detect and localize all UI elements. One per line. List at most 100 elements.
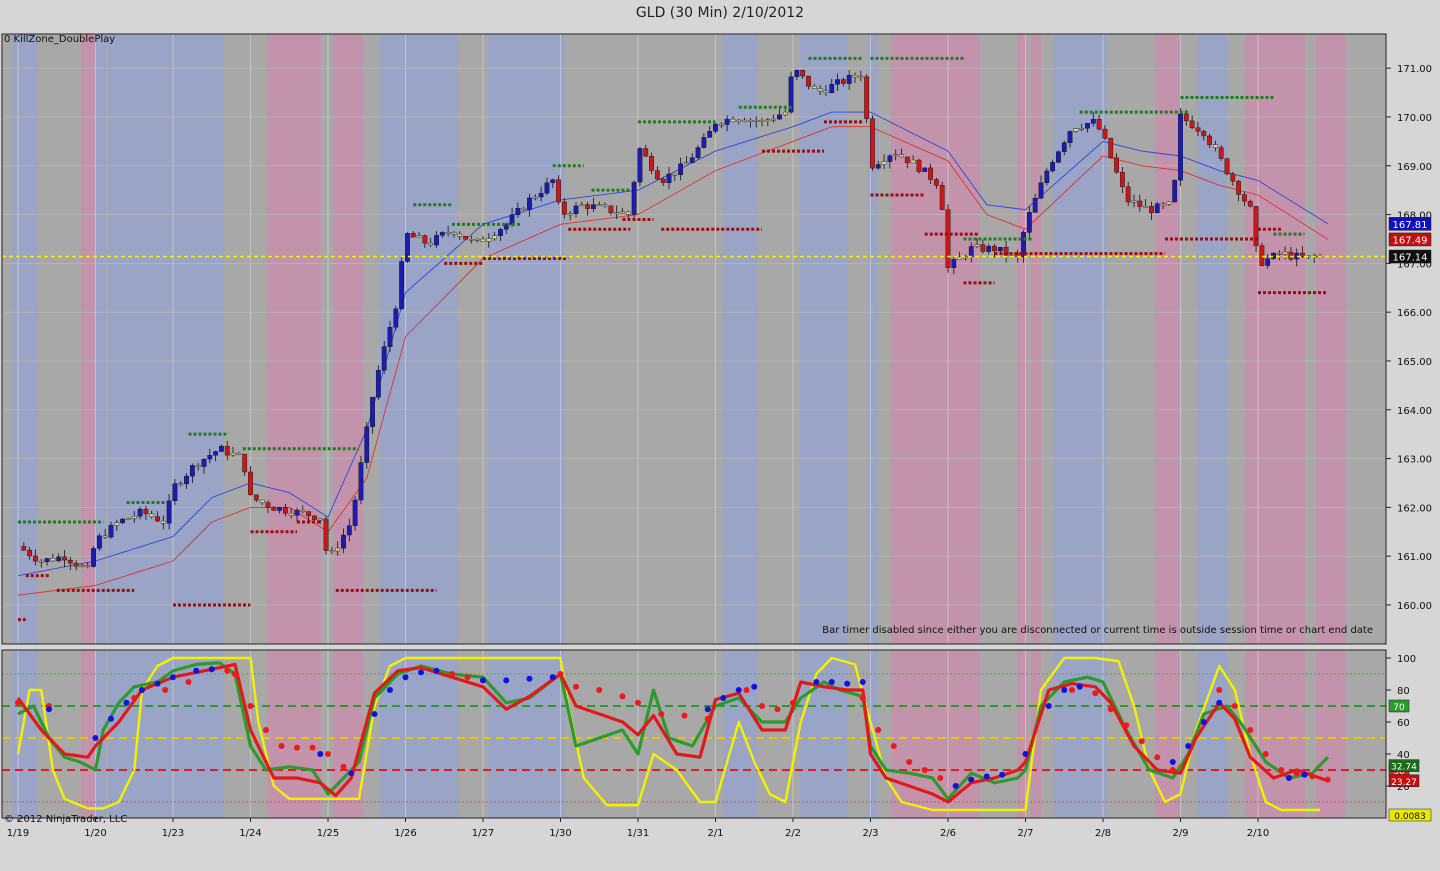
oscillator-dots_red-point <box>1107 706 1114 713</box>
session-zone-price <box>95 34 106 644</box>
oscillator-dots_blue-point <box>92 735 99 741</box>
candle-body <box>922 167 928 172</box>
candle-body <box>817 88 823 92</box>
oscillator-dots_red-point <box>573 683 579 690</box>
session-zone-price <box>1155 34 1180 644</box>
x-tick-label: 1/25 <box>317 828 339 839</box>
oscillator-dots_blue-point <box>503 677 510 684</box>
candle-body <box>585 204 591 209</box>
candle-body <box>457 233 463 237</box>
candle-body <box>166 500 172 524</box>
oscillator-dots_blue-point <box>433 667 440 674</box>
candle-body <box>91 548 96 567</box>
candle-body <box>939 185 945 210</box>
oscillator-dots_blue-point <box>208 666 215 673</box>
candle-body <box>428 242 434 246</box>
candle-body <box>602 204 608 207</box>
oscillator-value-label: 32.74 <box>1388 759 1420 773</box>
oscillator-value-text: 0.0083 <box>1394 812 1426 822</box>
oscillator-dots_red-point <box>890 743 897 749</box>
candle-body <box>50 558 56 562</box>
candle-body <box>864 76 870 119</box>
candle-body <box>445 232 451 234</box>
oscillator-dots_blue-point <box>154 680 161 687</box>
candle-body <box>1061 142 1067 152</box>
oscillator-value-label: 0.0083 <box>1388 808 1432 822</box>
oscillator-dots_red-point <box>309 744 316 751</box>
x-tick-label: 2/9 <box>1172 828 1188 839</box>
reference-label: 70 <box>1388 699 1410 713</box>
oscillator-dots_red-point <box>1324 776 1331 783</box>
session-zone-oscillator <box>1316 650 1346 818</box>
candle-body <box>1073 128 1079 132</box>
session-zone-price <box>12 34 38 644</box>
session-zone-oscillator <box>12 650 38 818</box>
candle-body <box>532 196 538 199</box>
oscillator-dots_blue-point <box>193 667 200 674</box>
candle-body <box>1096 119 1102 130</box>
price-label-text: 167.14 <box>1393 253 1428 264</box>
candle-body <box>323 518 329 551</box>
candle-body <box>881 161 887 165</box>
candle-body <box>329 550 335 552</box>
price-label-text: 167.81 <box>1393 220 1428 231</box>
oscillator-dots_blue-point <box>1022 751 1029 757</box>
candle-body <box>823 90 829 93</box>
candle-body <box>67 559 73 564</box>
candle-body <box>341 534 346 549</box>
oscillator-dots_red-point <box>1262 751 1269 757</box>
candle-body <box>1230 173 1236 182</box>
candle-body <box>102 535 108 538</box>
candle-body <box>550 179 556 183</box>
price-tick-label: 162.00 <box>1397 503 1432 514</box>
oscillator-dots_red-point <box>15 699 21 706</box>
candle-body <box>899 154 904 158</box>
session-zone-price <box>723 34 758 644</box>
candle-body <box>1166 201 1172 205</box>
oscillator-dots_blue-point <box>402 674 409 681</box>
oscillator-dots_blue-point <box>1216 699 1223 706</box>
candle-body <box>253 494 259 501</box>
candle-body <box>1038 182 1044 199</box>
price-tick-label: 171.00 <box>1397 64 1432 75</box>
candle-body <box>1154 203 1160 214</box>
oscillator-dots_red-point <box>247 703 254 709</box>
candle-body <box>265 502 271 508</box>
candle-body <box>1172 180 1178 203</box>
candle-body <box>1044 170 1050 183</box>
candle-body <box>79 565 85 568</box>
price-tick-label: 164.00 <box>1397 406 1432 417</box>
oscillator-dots_blue-point <box>526 675 533 682</box>
oscillator-dots_blue-point <box>480 677 486 684</box>
candle-body <box>27 549 33 557</box>
candle-body <box>631 181 637 215</box>
oscillator-dots_blue-point <box>720 695 727 701</box>
candle-body <box>974 244 980 247</box>
candle-body <box>1201 130 1207 137</box>
oscillator-dots_red-point <box>790 699 796 706</box>
candle-body <box>294 509 300 516</box>
candle-body <box>21 546 27 551</box>
candle-body <box>1032 198 1038 213</box>
session-zone-oscillator <box>1155 650 1180 818</box>
oscillator-dots_red-point <box>774 706 781 713</box>
candle-body <box>358 462 364 501</box>
candle-body <box>282 507 288 514</box>
oscillator-dots_blue-point <box>123 699 130 706</box>
oscillator-dots_blue-point <box>1301 771 1308 778</box>
candle-body <box>858 76 864 79</box>
candle-body <box>1125 186 1131 203</box>
session-zone-price <box>1245 34 1305 644</box>
oscillator-dots_blue-point <box>844 680 851 687</box>
candle-body <box>730 118 736 122</box>
session-zone-oscillator <box>891 650 980 818</box>
chart-canvas[interactable]: 171.00170.00169.00168.00167.00166.00165.… <box>0 27 1440 871</box>
candle-body <box>242 453 248 473</box>
oscillator-value-label: 23.27 <box>1388 774 1420 788</box>
oscillator-dots_red-point <box>1293 770 1300 777</box>
price-tick-label: 163.00 <box>1397 455 1432 466</box>
candle-body <box>96 535 102 549</box>
oscillator-dots_blue-point <box>170 674 176 681</box>
x-tick-label: 2/10 <box>1247 828 1269 839</box>
price-tick-label: 160.00 <box>1397 601 1432 612</box>
